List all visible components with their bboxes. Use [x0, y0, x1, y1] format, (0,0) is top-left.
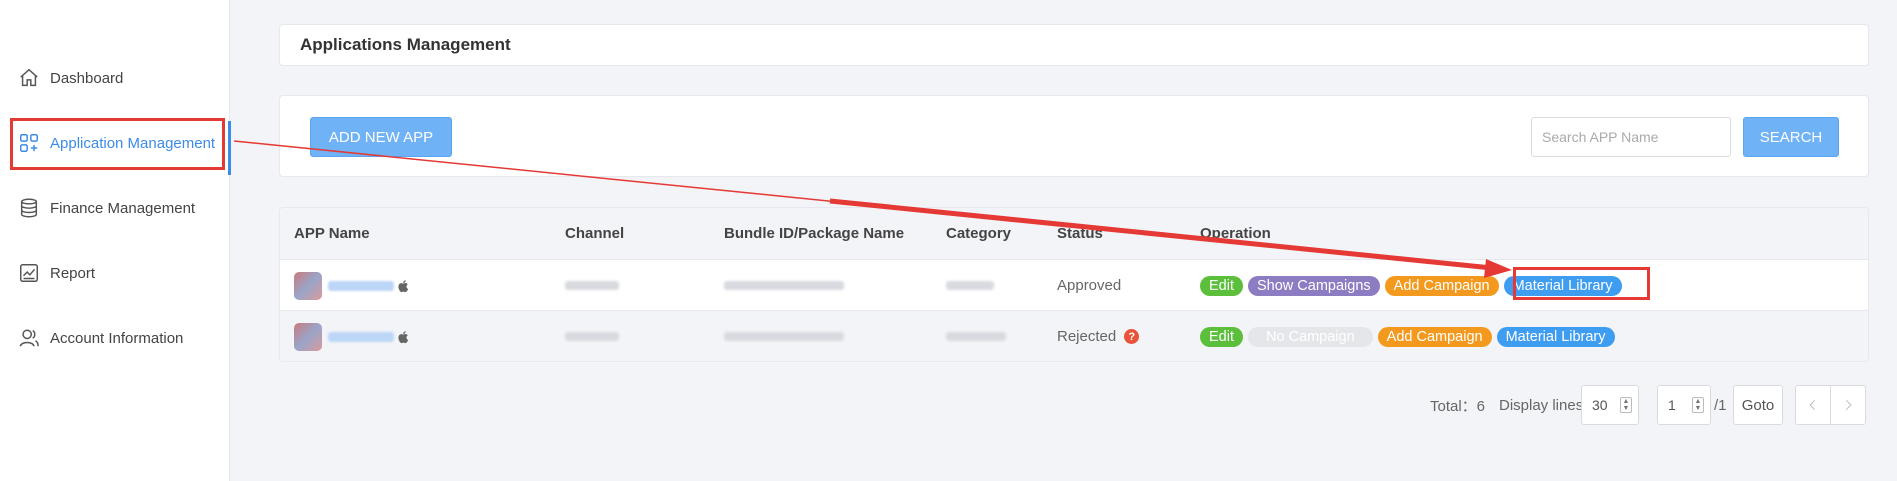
apple-icon [398, 330, 409, 343]
spinner-arrows-icon[interactable]: ▲ ▼ [1692, 397, 1704, 413]
home-icon [20, 68, 38, 87]
apple-icon [398, 279, 409, 292]
search-button[interactable]: SEARCH [1743, 117, 1839, 157]
sidebar-item-application-management[interactable]: Application Management [0, 121, 231, 175]
user-icon [19, 329, 39, 347]
app-name-cell [294, 260, 410, 311]
chevron-right-icon [1845, 400, 1852, 410]
sidebar-item-finance-management[interactable]: Finance Management [0, 186, 230, 230]
no-campaign-button: No Campaign [1248, 326, 1373, 347]
add-campaign-button[interactable]: Add Campaign [1384, 275, 1499, 296]
sidebar-item-dashboard[interactable]: Dashboard [0, 56, 230, 100]
search-input[interactable] [1531, 117, 1731, 157]
page-title: Applications Management [300, 35, 511, 54]
app-name-cell [294, 311, 410, 361]
database-icon [20, 198, 38, 218]
redacted-value [946, 281, 994, 290]
status-cell: Approved [1057, 260, 1121, 311]
page-title-panel: Applications Management [279, 24, 1869, 66]
page-number-value: 1 [1668, 397, 1676, 413]
toolbar: ADD NEW APP SEARCH [279, 95, 1869, 177]
applications-table: APP Name Channel Bundle ID/Package Name … [279, 207, 1869, 362]
operation-cell: Edit No Campaign Add Campaign Material L… [1200, 311, 1620, 361]
next-page-button[interactable] [1830, 385, 1866, 425]
sidebar-item-label: Account Information [50, 329, 184, 347]
app-icon [294, 322, 322, 351]
total-label: Total：6 [1430, 397, 1486, 415]
sidebar-item-account-information[interactable]: Account Information [0, 316, 230, 360]
sidebar: Dashboard Application Management Finance… [0, 0, 231, 481]
redacted-value [565, 332, 619, 341]
goto-button[interactable]: Goto [1733, 385, 1783, 425]
table-header: APP Name Channel Bundle ID/Package Name … [280, 208, 1868, 260]
spinner-arrows-icon[interactable]: ▲ ▼ [1620, 397, 1632, 413]
status-cell: Rejected ? [1057, 311, 1140, 361]
display-lines-stepper[interactable]: 30 ▲ ▼ [1581, 385, 1639, 425]
display-lines-label: Display lines [1499, 396, 1584, 414]
column-header: Channel [565, 225, 625, 242]
channel-cell [565, 311, 619, 361]
status-text: Approved [1057, 277, 1122, 294]
sidebar-item-label: Finance Management [50, 199, 196, 217]
sidebar-item-label: Report [50, 264, 96, 282]
app-icon [294, 271, 322, 300]
redacted-value [724, 332, 844, 341]
page-total: /1 [1714, 385, 1727, 425]
bundle-id-cell [724, 260, 844, 311]
category-cell [946, 311, 1006, 361]
chart-icon [20, 264, 38, 282]
table-row: Approved Edit Show Campaigns Add Campaig… [280, 260, 1868, 311]
app-name-link[interactable] [328, 280, 394, 291]
material-library-button[interactable]: Material Library [1503, 275, 1622, 296]
table-row: Rejected ? Edit No Campaign Add Campaign… [280, 311, 1868, 361]
channel-cell [565, 260, 619, 311]
bundle-id-cell [724, 311, 844, 361]
add-campaign-button[interactable]: Add Campaign [1377, 326, 1492, 347]
column-header: Operation [1200, 225, 1271, 242]
chevron-left-icon [1809, 400, 1816, 410]
total-count: Total：6 [1430, 385, 1485, 425]
prev-page-button[interactable] [1795, 385, 1831, 425]
column-header: Bundle ID/Package Name [724, 225, 905, 242]
page-total-label: /1 [1714, 396, 1727, 414]
help-icon[interactable]: ? [1124, 329, 1140, 344]
status-text: Rejected [1057, 328, 1117, 345]
operation-cell: Edit Show Campaigns Add Campaign Materia… [1200, 260, 1627, 311]
material-library-button[interactable]: Material Library [1496, 326, 1615, 347]
sidebar-item-label: Application Management [50, 134, 216, 152]
edit-button[interactable]: Edit [1200, 275, 1243, 296]
sidebar-item-report[interactable]: Report [0, 251, 230, 295]
app-name-link[interactable] [328, 331, 394, 342]
page-number-stepper[interactable]: 1 ▲ ▼ [1657, 385, 1711, 425]
display-lines: Display lines [1499, 385, 1583, 425]
redacted-value [724, 281, 844, 290]
redacted-value [946, 332, 1006, 341]
category-cell [946, 260, 994, 311]
show-campaigns-button[interactable]: Show Campaigns [1248, 275, 1380, 296]
column-header: Status [1057, 225, 1103, 242]
redacted-value [565, 281, 619, 290]
column-header: APP Name [294, 225, 370, 242]
display-lines-value: 30 [1592, 397, 1608, 413]
add-new-app-button[interactable]: ADD NEW APP [310, 117, 452, 157]
sidebar-item-label: Dashboard [50, 69, 124, 87]
edit-button[interactable]: Edit [1200, 326, 1243, 347]
grid-icon [20, 134, 38, 152]
column-header: Category [946, 225, 1012, 242]
